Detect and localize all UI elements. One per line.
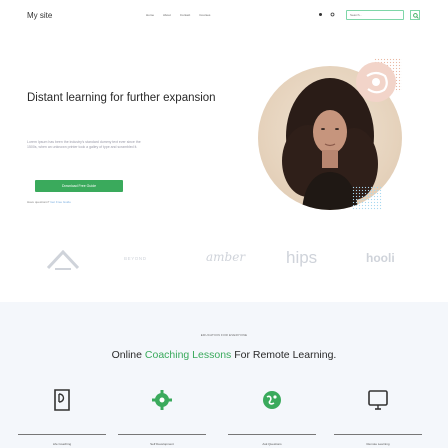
feature-divider <box>228 434 316 435</box>
feature-label: Life Coaching <box>52 442 72 446</box>
feature-divider <box>334 434 422 435</box>
feature-label: Ask Questions <box>262 442 282 446</box>
search-button[interactable] <box>410 10 420 20</box>
search-input[interactable] <box>346 10 404 20</box>
nav-item-contact[interactable]: Contact <box>180 13 190 17</box>
search-icon <box>413 13 419 19</box>
globe-icon <box>263 391 281 409</box>
triangle-logo-icon <box>46 250 80 270</box>
download-guide-button[interactable]: Download Free Guide <box>35 180 123 192</box>
eye-icon[interactable] <box>318 12 323 17</box>
feature-remote-learning[interactable]: Remote Learning <box>334 388 422 448</box>
feature-life-coaching[interactable]: Life Coaching <box>18 388 106 448</box>
feature-divider <box>18 434 106 435</box>
headline-accent: Coaching Lessons <box>144 349 232 361</box>
header-icons <box>318 12 335 17</box>
hero-title: Distant learning for further expansion <box>27 92 216 104</box>
logo-hips: hips <box>286 248 318 267</box>
section-headline: Online Coaching Lessons For Remote Learn… <box>0 349 448 361</box>
partner-logos: BEYOND amber hips hooli <box>0 248 448 278</box>
site-header: My site Home About Contact Courses <box>0 0 448 34</box>
quote-icon <box>366 71 388 94</box>
book-icon <box>54 389 70 411</box>
hero-description: Lorem Ipsum has been the industry's stan… <box>27 140 141 149</box>
help-prefix: Have questions? <box>27 200 50 204</box>
feature-label: Remote Learning <box>366 442 390 446</box>
feature-self-development[interactable]: Self Development <box>118 388 206 448</box>
logo-amber: amber <box>206 250 246 264</box>
feature-label: Self Development <box>150 442 174 446</box>
free-guide-link[interactable]: Get Free Guide <box>50 200 71 204</box>
headline-start: Online <box>111 349 142 361</box>
feature-divider <box>118 434 206 435</box>
nav-item-home[interactable]: Home <box>146 13 154 17</box>
logo-beyond: BEYOND <box>124 256 147 261</box>
headline-end: For Remote Learning. <box>234 349 337 361</box>
download-guide-label: Download Free Guide <box>61 184 97 188</box>
gear-icon <box>152 390 172 410</box>
help-text: Have questions? Get Free Guide <box>27 200 71 204</box>
nav-item-about[interactable]: About <box>163 13 171 17</box>
moon-icon[interactable] <box>330 12 335 17</box>
quote-badge <box>356 62 396 102</box>
section-eyebrow: EDUCATION FOR EVERYONE <box>200 333 248 337</box>
site-brand[interactable]: My site <box>27 11 52 20</box>
nav-item-courses[interactable]: Courses <box>199 13 210 17</box>
dot-pattern-bottom <box>352 186 382 210</box>
monitor-icon <box>368 390 388 410</box>
main-nav: Home About Contact Courses <box>146 13 210 17</box>
feature-ask-questions[interactable]: Ask Questions <box>228 388 316 448</box>
logo-hooli: hooli <box>366 251 395 265</box>
